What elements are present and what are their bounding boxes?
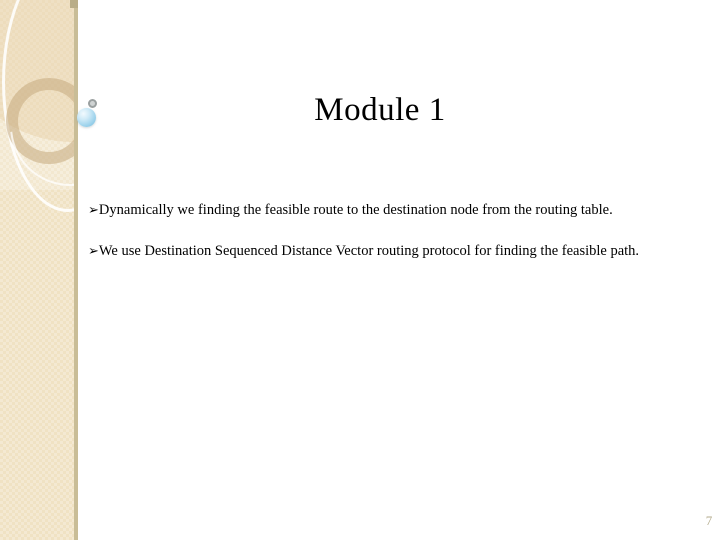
bullet-paragraph-2: ➢We use Destination Sequenced Distance V…	[88, 241, 693, 262]
decorative-sidebar	[0, 0, 78, 540]
blue-sphere-icon	[77, 108, 96, 127]
bullet-text-1: Dynamically we finding the feasible rout…	[98, 202, 613, 218]
body-content: ➢Dynamically we finding the feasible rou…	[88, 200, 693, 262]
page-title: Module 1	[314, 92, 446, 128]
slide-canvas: Module 1 ➢Dynamically we finding the fea…	[0, 0, 720, 540]
small-ring-icon	[88, 99, 97, 108]
sidebar-edge-corner	[70, 0, 78, 8]
bullet-text-2: We use Destination Sequenced Distance Ve…	[98, 243, 640, 259]
sidebar-edge-stripe	[74, 0, 78, 540]
bullet-marker-icon: ➢	[88, 203, 99, 218]
bullet-marker-icon: ➢	[88, 244, 99, 259]
page-number: 7	[705, 513, 713, 528]
bullet-paragraph-1: ➢Dynamically we finding the feasible rou…	[88, 200, 693, 221]
